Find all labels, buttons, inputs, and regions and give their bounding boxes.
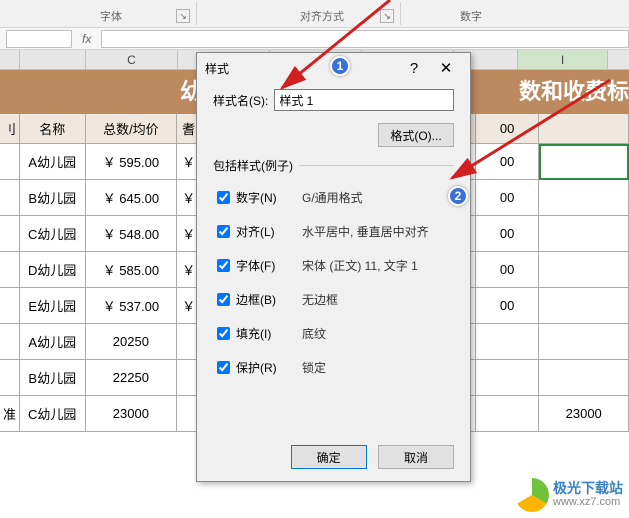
chk-border-box[interactable] <box>217 293 230 306</box>
style-dialog: 样式 ? ✕ 样式名(S): 格式(O)... 包括样式(例子) 数字(N) G… <box>196 52 471 482</box>
cell-price[interactable]: ￥ 595.00 <box>86 144 178 180</box>
watermark-url: www.xz7.com <box>553 495 623 509</box>
title-right: 数和收费标 <box>519 70 629 114</box>
formula-bar: fx <box>0 28 629 50</box>
chk-protect-box[interactable] <box>217 361 230 374</box>
ribbon-sep <box>196 2 197 25</box>
hdr-c8 <box>539 114 629 144</box>
cancel-button[interactable]: 取消 <box>378 445 454 469</box>
chk-number[interactable]: 数字(N) G/通用格式 <box>213 180 454 214</box>
hdr-c7: 00 <box>476 114 540 144</box>
divider <box>299 165 454 166</box>
include-style-label: 包括样式(例子) <box>213 157 293 174</box>
fx-label[interactable]: fx <box>82 32 91 46</box>
ribbon-group-number: 数字 <box>460 8 482 24</box>
badge-2: 2 <box>448 186 468 206</box>
dialog-title: 样式 <box>205 60 229 77</box>
chk-border[interactable]: 边框(B) 无边框 <box>213 282 454 316</box>
name-box[interactable] <box>6 30 72 48</box>
active-cell[interactable] <box>539 144 629 180</box>
col-h-c[interactable]: C <box>86 50 178 69</box>
watermark-icon <box>515 478 549 512</box>
cell-name[interactable]: A幼儿园 <box>20 144 86 180</box>
chk-align[interactable]: 对齐(L) 水平居中, 垂直居中对齐 <box>213 214 454 248</box>
ribbon-group-font: 字体 <box>100 8 122 24</box>
format-button[interactable]: 格式(O)... <box>378 123 454 147</box>
help-button[interactable]: ? <box>398 56 430 80</box>
col-h-blank[interactable] <box>0 50 20 69</box>
style-name-label: 样式名(S): <box>213 92 268 109</box>
ribbon-sep-2 <box>400 2 401 25</box>
hdr-total: 总数/均价 <box>86 114 178 144</box>
chk-font[interactable]: 字体(F) 宋体 (正文) 11, 文字 1 <box>213 248 454 282</box>
chk-align-box[interactable] <box>217 225 230 238</box>
chk-fill-box[interactable] <box>217 327 230 340</box>
badge-1: 1 <box>330 56 350 76</box>
col-h-i[interactable]: I <box>518 50 608 69</box>
hdr-name: 名称 <box>20 114 86 144</box>
hdr-c0: 刂 <box>0 114 20 144</box>
chk-number-box[interactable] <box>217 191 230 204</box>
chk-protect[interactable]: 保护(R) 锁定 <box>213 350 454 384</box>
col-h-b[interactable] <box>20 50 86 69</box>
font-dialog-launcher[interactable]: ↘ <box>176 9 190 23</box>
formula-input[interactable] <box>101 30 629 48</box>
watermark-name: 极光下载站 <box>553 481 623 495</box>
close-button[interactable]: ✕ <box>430 56 462 80</box>
align-dialog-launcher[interactable]: ↘ <box>380 9 394 23</box>
chk-fill[interactable]: 填充(I) 底纹 <box>213 316 454 350</box>
watermark: 极光下载站 www.xz7.com <box>515 478 623 512</box>
style-name-input[interactable] <box>274 89 454 111</box>
chk-font-box[interactable] <box>217 259 230 272</box>
ribbon: 字体 ↘ 对齐方式 ↘ 数字 <box>0 0 629 28</box>
ok-button[interactable]: 确定 <box>291 445 367 469</box>
ribbon-group-align: 对齐方式 <box>300 8 344 24</box>
